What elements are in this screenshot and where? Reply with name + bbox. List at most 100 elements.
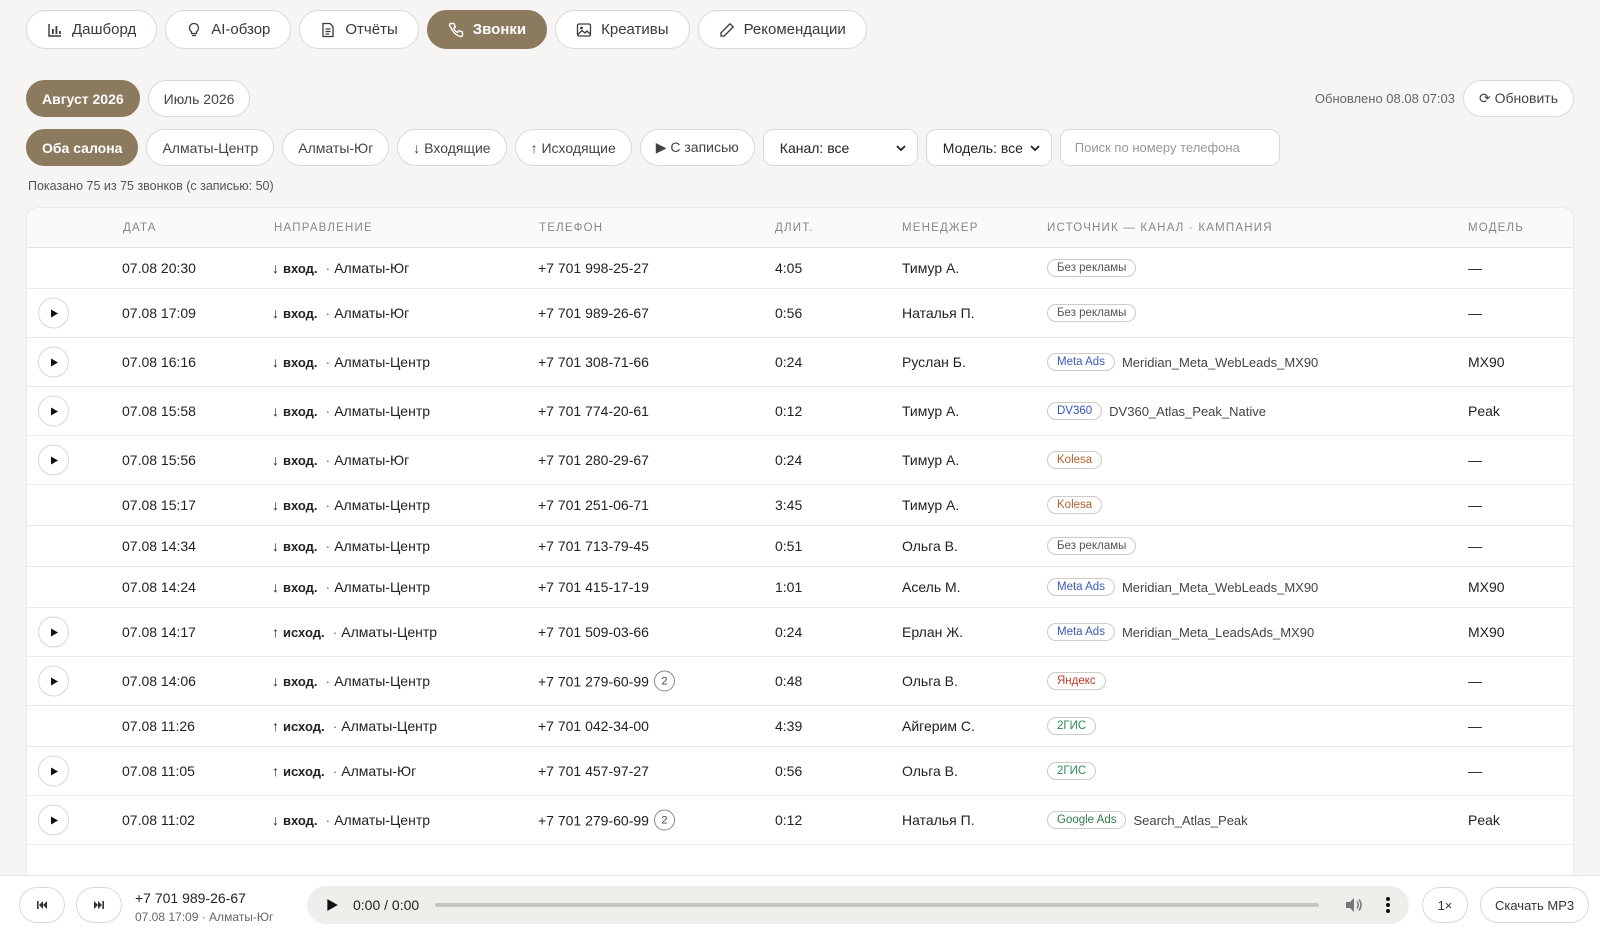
call-phone[interactable]: +7 701 308-71-66 <box>538 354 649 370</box>
play-recording-button[interactable] <box>38 665 69 697</box>
previous-track-button[interactable] <box>19 887 65 923</box>
phone-number: +7 701 279-60-99 <box>538 812 649 828</box>
pencil-icon <box>719 22 735 38</box>
month-pill-0[interactable]: Август 2026 <box>26 80 140 117</box>
phone-number: +7 701 998-25-27 <box>538 260 649 276</box>
direction-label: вход. <box>283 354 318 370</box>
source-badge: Без рекламы <box>1047 304 1137 322</box>
filter-pill-3[interactable]: ↓ Входящие <box>397 129 507 166</box>
play-icon <box>50 677 58 685</box>
call-model: MX90 <box>1468 624 1505 640</box>
model-select-value: Модель: все <box>942 139 1023 156</box>
play-recording-button[interactable] <box>38 804 69 836</box>
phone-search-input[interactable]: Поиск по номеру телефона <box>1059 129 1280 166</box>
call-phone[interactable]: +7 701 457-97-27 <box>538 763 649 779</box>
nav-tab-2[interactable]: Отчёты <box>299 10 419 49</box>
salon-name: Алматы-Центр <box>334 538 431 554</box>
table-row: 07.08 15:58 ↓ вход. · Алматы-Центр +7 701 774… <box>27 387 1573 436</box>
call-phone[interactable]: +7 701 251-06-71 <box>538 497 649 513</box>
call-phone[interactable]: +7 701 989-26-67 <box>538 305 649 321</box>
nav-tab-4[interactable]: Креативы <box>555 10 690 49</box>
call-date: 07.08 11:05 <box>122 763 195 779</box>
nav-tab-5[interactable]: Рекомендации <box>697 10 867 49</box>
channel-select[interactable]: Канал: все <box>762 129 918 166</box>
phone-icon <box>448 22 464 38</box>
source-badge: Без рекламы <box>1047 537 1137 555</box>
filter-pill-5[interactable]: ▶ С записью <box>639 129 755 166</box>
phone-number: +7 701 774-20-61 <box>538 403 649 419</box>
progress-bar[interactable] <box>435 903 1319 907</box>
play-icon <box>50 628 58 636</box>
play-recording-button[interactable] <box>38 616 69 648</box>
table-row: 07.08 17:09 ↓ вход. · Алматы-Юг +7 701 989-26… <box>27 289 1573 338</box>
separator-dot: · <box>325 403 331 419</box>
call-phone[interactable]: +7 701 280-29-67 <box>538 452 649 468</box>
nav-tab-0[interactable]: Дашборд <box>26 10 158 49</box>
phone-number: +7 701 457-97-27 <box>538 763 649 779</box>
play-recording-button[interactable] <box>38 755 69 787</box>
direction-label: вход. <box>283 452 318 468</box>
call-phone[interactable]: +7 701 998-25-27 <box>538 260 649 276</box>
call-date: 07.08 20:30 <box>122 260 196 276</box>
call-source: DV360 DV360_Atlas_Peak_Native <box>1047 402 1266 420</box>
call-phone[interactable]: +7 701 279-60-99 2 <box>538 809 675 831</box>
call-duration: 0:24 <box>775 624 803 640</box>
more-options-icon[interactable] <box>1385 896 1391 914</box>
direction-label: вход. <box>283 497 318 513</box>
call-phone[interactable]: +7 701 713-79-45 <box>538 538 649 554</box>
phone-number: +7 701 415-17-19 <box>538 579 649 595</box>
call-date: 07.08 16:16 <box>122 354 196 370</box>
playback-speed-button[interactable]: 1× <box>1422 887 1468 923</box>
filter-pill-1[interactable]: Алматы-Центр <box>146 129 275 166</box>
next-track-button[interactable] <box>76 887 122 923</box>
call-direction: ↓ вход. · Алматы-Юг <box>272 260 409 276</box>
call-model: — <box>1468 763 1482 779</box>
phone-number: +7 701 280-29-67 <box>538 452 649 468</box>
month-pill-1[interactable]: Июль 2026 <box>147 80 251 117</box>
play-recording-button[interactable] <box>38 395 69 427</box>
salon-name: Алматы-Центр <box>334 497 431 513</box>
month-selector: Август 2026 Июль 2026 <box>26 80 251 117</box>
call-phone[interactable]: +7 701 509-03-66 <box>538 624 649 640</box>
filter-pill-2[interactable]: Алматы-Юг <box>282 129 390 166</box>
play-icon[interactable] <box>325 898 339 912</box>
call-phone[interactable]: +7 701 415-17-19 <box>538 579 649 595</box>
call-direction: ↓ вход. · Алматы-Центр <box>272 579 430 595</box>
nav-tab-label: Рекомендации <box>743 21 846 38</box>
call-model: — <box>1468 538 1482 554</box>
volume-icon[interactable] <box>1345 897 1363 913</box>
nav-tab-1[interactable]: AI-обзор <box>165 10 292 49</box>
call-model: MX90 <box>1468 579 1505 595</box>
source-badge: Яндекс <box>1047 672 1106 690</box>
play-recording-button[interactable] <box>38 444 69 476</box>
filter-pill-4[interactable]: ↑ Исходящие <box>514 129 632 166</box>
table-body: 07.08 20:30 ↓ вход. · Алматы-Юг +7 701 998-25… <box>27 248 1573 845</box>
image-icon <box>576 22 592 38</box>
direction-arrow-icon: ↓ <box>272 579 279 595</box>
call-source: Kolesa <box>1047 496 1109 514</box>
play-recording-button[interactable] <box>38 297 69 329</box>
table-row: 07.08 14:17 ↑ исход. · Алматы-Центр +7 701 50… <box>27 608 1573 657</box>
call-model: — <box>1468 718 1482 734</box>
refresh-button[interactable]: ⟳ Обновить <box>1462 80 1574 117</box>
nav-tab-3[interactable]: Звонки <box>426 10 548 49</box>
call-manager: Ольга В. <box>902 673 958 689</box>
download-mp3-button[interactable]: Скачать MP3 <box>1480 887 1590 923</box>
call-duration: 0:48 <box>775 673 803 689</box>
call-manager: Ольга В. <box>902 763 958 779</box>
call-model: — <box>1468 673 1482 689</box>
play-recording-button[interactable] <box>38 346 69 378</box>
model-select[interactable]: Модель: все <box>925 129 1052 166</box>
call-phone[interactable]: +7 701 279-60-99 2 <box>538 670 675 692</box>
call-phone[interactable]: +7 701 042-34-00 <box>538 718 649 734</box>
call-date: 07.08 14:06 <box>122 673 196 689</box>
current-track-phone: +7 701 989-26-67 <box>135 890 246 906</box>
nav-tab-label: Креативы <box>601 21 669 38</box>
call-date: 07.08 14:34 <box>122 538 196 554</box>
call-direction: ↓ вход. · Алматы-Юг <box>272 305 409 321</box>
call-phone[interactable]: +7 701 774-20-61 <box>538 403 649 419</box>
filter-pill-0[interactable]: Оба салона <box>26 129 139 166</box>
call-duration: 0:24 <box>775 354 803 370</box>
direction-arrow-icon: ↓ <box>272 452 279 468</box>
play-icon <box>50 407 58 415</box>
